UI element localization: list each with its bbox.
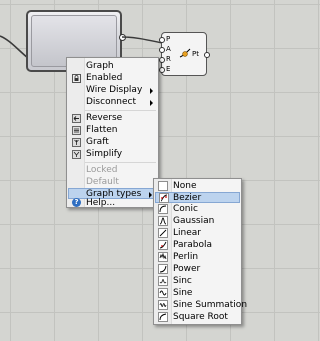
menu-item-graph[interactable]: Graph — [68, 61, 157, 72]
help-icon: ? — [72, 198, 81, 207]
input-label-a: A — [166, 45, 171, 53]
graph-type-linear[interactable]: Linear — [155, 228, 240, 239]
output-grip[interactable] — [204, 52, 210, 58]
point-on-curve-icon — [179, 48, 191, 58]
flatten-icon — [72, 126, 81, 135]
graph-type-power[interactable]: Power — [155, 264, 240, 275]
menu-item-label: Flatten — [86, 125, 118, 135]
menu-separator — [85, 162, 156, 163]
input-label-r: R — [166, 55, 171, 63]
submenu-arrow-icon — [150, 88, 153, 94]
simplify-icon — [72, 150, 81, 159]
context-menu: Graph Enabled Wire Display Disconnect Re… — [66, 57, 159, 208]
bezier-graph-icon — [159, 193, 169, 203]
menu-item-label: Graph — [86, 61, 114, 71]
menu-item-label: Graft — [86, 137, 109, 147]
input-grip[interactable] — [159, 47, 165, 53]
menu-item-label: Gaussian — [173, 216, 215, 226]
menu-item-label: Reverse — [86, 113, 123, 123]
menu-item-label: Wire Display — [86, 85, 143, 95]
menu-item-label: Help... — [86, 198, 116, 208]
gaussian-graph-icon — [158, 216, 168, 226]
input-label-p: P — [166, 35, 171, 43]
grasshopper-canvas[interactable]: P A R E Pt Graph Enabled Wire Display Di… — [0, 0, 270, 341]
menu-item-label: Conic — [173, 204, 198, 214]
graph-types-submenu: None Bezier Conic Gaussian Linear Parabo… — [153, 178, 247, 325]
conic-graph-icon — [158, 204, 168, 214]
menu-separator — [85, 110, 156, 111]
square-root-graph-icon — [158, 312, 168, 322]
input-grip[interactable] — [159, 67, 165, 73]
menu-item-graft[interactable]: Graft — [68, 137, 157, 148]
menu-item-simplify[interactable]: Simplify — [68, 149, 157, 160]
menu-item-wire-display[interactable]: Wire Display — [68, 85, 157, 96]
menu-item-label: Square Root — [173, 312, 228, 322]
menu-item-label: Disconnect — [86, 97, 136, 107]
graph-type-sinc[interactable]: Sinc — [155, 276, 240, 287]
graph-type-conic[interactable]: Conic — [155, 204, 240, 215]
menu-item-label: Perlin — [173, 252, 199, 262]
none-graph-icon — [158, 181, 168, 191]
menu-item-label: Linear — [173, 228, 201, 238]
sine-graph-icon — [158, 288, 168, 298]
graph-type-gaussian[interactable]: Gaussian — [155, 216, 240, 227]
graph-type-perlin[interactable]: Perlin — [155, 252, 240, 263]
graph-type-sine[interactable]: Sine — [155, 288, 240, 299]
graph-type-none[interactable]: None — [155, 181, 240, 192]
menu-item-label: Power — [173, 264, 201, 274]
menu-item-disconnect[interactable]: Disconnect — [68, 97, 157, 108]
power-graph-icon — [158, 264, 168, 274]
graph-type-square-root[interactable]: Square Root — [155, 312, 240, 323]
menu-item-help[interactable]: ? Help... — [68, 198, 157, 208]
menu-item-label: Sinc — [173, 276, 192, 286]
input-grip[interactable] — [159, 57, 165, 63]
submenu-arrow-icon — [150, 100, 153, 106]
menu-item-label: None — [173, 181, 197, 191]
graph-type-parabola[interactable]: Parabola — [155, 240, 240, 251]
menu-item-default: Default — [68, 177, 157, 188]
perlin-graph-icon — [158, 252, 168, 262]
parabola-graph-icon — [158, 240, 168, 250]
enabled-icon — [72, 74, 81, 83]
reverse-icon — [72, 114, 81, 123]
sinc-graph-icon — [158, 276, 168, 286]
menu-item-label: Sine — [173, 288, 193, 298]
menu-item-label: Locked — [86, 165, 118, 175]
graph-type-bezier[interactable]: Bezier — [155, 192, 240, 203]
sine-summation-graph-icon — [158, 300, 168, 310]
menu-item-locked: Locked — [68, 165, 157, 176]
menu-item-label: Default — [86, 177, 119, 187]
point-component[interactable]: P A R E Pt — [159, 32, 207, 76]
menu-item-reverse[interactable]: Reverse — [68, 113, 157, 124]
linear-graph-icon — [158, 228, 168, 238]
menu-item-label: Bezier — [173, 193, 202, 203]
menu-item-label: Sine Summation — [173, 300, 248, 310]
output-label-pt: Pt — [192, 50, 199, 58]
menu-item-label: Simplify — [86, 149, 123, 159]
menu-item-label: Parabola — [173, 240, 212, 250]
menu-item-enabled[interactable]: Enabled — [68, 73, 157, 84]
input-grip[interactable] — [159, 37, 165, 43]
menu-item-label: Enabled — [86, 73, 123, 83]
graph-type-sine-summation[interactable]: Sine Summation — [155, 300, 247, 311]
input-label-e: E — [166, 65, 171, 73]
menu-item-flatten[interactable]: Flatten — [68, 125, 157, 136]
graft-icon — [72, 138, 81, 147]
